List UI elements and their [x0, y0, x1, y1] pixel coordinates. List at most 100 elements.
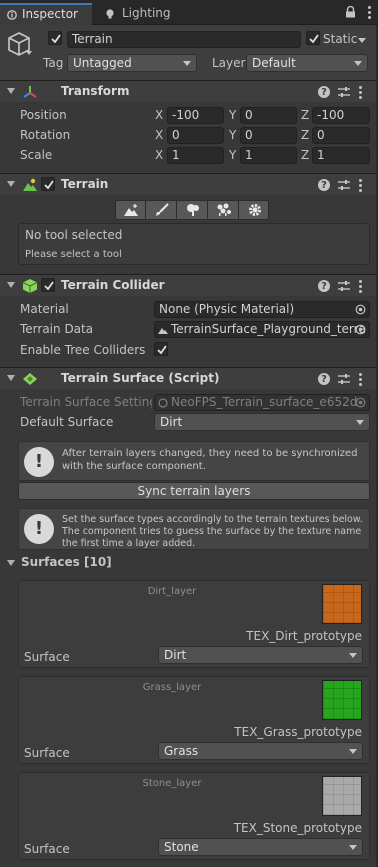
tree-colliders-checkbox[interactable]	[154, 342, 168, 356]
transform-axes-icon	[23, 86, 37, 98]
tab-inspector-label: Inspector	[22, 7, 78, 21]
surface-dropdown[interactable]: Grass	[158, 742, 363, 760]
static-checkbox[interactable]	[306, 31, 320, 45]
presets-icon[interactable]	[337, 178, 351, 192]
tool-status-box: No tool selected Please select a tool	[18, 223, 370, 265]
axis-z-label[interactable]: Z	[301, 108, 309, 122]
tag-dropdown[interactable]: Untagged	[67, 54, 197, 72]
component-menu-icon[interactable]	[359, 179, 362, 192]
rotation-y-field[interactable]: 0	[240, 127, 297, 144]
surface-value: Grass	[164, 744, 199, 758]
object-picker-icon[interactable]	[355, 304, 366, 315]
foldout-arrow-icon[interactable]	[7, 560, 15, 566]
settings-tool-button[interactable]	[240, 201, 268, 219]
axis-x-label[interactable]: X	[155, 128, 163, 142]
chevron-down-icon	[349, 749, 357, 754]
terrain-component-icon	[23, 178, 37, 191]
collider-enabled-checkbox[interactable]	[41, 278, 55, 292]
axis-y-label[interactable]: Y	[229, 148, 236, 162]
sync-info-line-2: with the surface component.	[62, 461, 206, 472]
foldout-arrow-icon[interactable]	[7, 282, 15, 288]
lock-icon[interactable]	[345, 6, 356, 18]
presets-icon[interactable]	[337, 279, 351, 293]
terrain-header[interactable]: Terrain ?	[0, 173, 378, 195]
help-icon[interactable]: ?	[318, 280, 330, 292]
terrain-title: Terrain	[61, 177, 109, 191]
raise-lower-tool-button[interactable]	[116, 201, 146, 219]
scale-z-field[interactable]: 1	[312, 147, 370, 164]
presets-icon[interactable]	[337, 85, 351, 99]
material-object-field[interactable]: None (Physic Material)	[154, 301, 370, 318]
foldout-arrow-icon[interactable]	[7, 375, 15, 381]
axis-x-label[interactable]: X	[155, 148, 163, 162]
terrain-data-object-field[interactable]: TerrainSurface_Playground_terra	[154, 321, 370, 338]
surface-label: Surface	[24, 746, 70, 760]
transform-header[interactable]: Transform ?	[0, 80, 378, 102]
terrain-data-value: TerrainSurface_Playground_terra	[171, 322, 366, 336]
scale-y-field[interactable]: 1	[240, 147, 297, 164]
scale-x-field[interactable]: 1	[167, 147, 224, 164]
component-menu-icon[interactable]	[359, 280, 362, 293]
paint-tool-button[interactable]	[147, 201, 177, 219]
material-label: Material	[20, 302, 69, 316]
layer-dropdown[interactable]: Default	[246, 54, 368, 72]
active-checkbox[interactable]	[48, 31, 62, 45]
rotation-x-field[interactable]: 0	[167, 127, 224, 144]
icon-dropdown-arrow[interactable]	[26, 51, 32, 55]
axis-z-label[interactable]: Z	[301, 148, 309, 162]
position-z-field[interactable]: -100	[312, 107, 370, 124]
texture-name: TEX_Stone_prototype	[233, 821, 362, 835]
details-tool-button[interactable]	[209, 201, 239, 219]
rotation-z-field[interactable]: 0	[312, 127, 370, 144]
window-menu-icon[interactable]	[368, 6, 371, 19]
tab-inspector[interactable]: Inspector	[0, 3, 92, 25]
axis-y-label[interactable]: Y	[229, 108, 236, 122]
surface-dropdown[interactable]: Stone	[158, 838, 363, 856]
tab-lighting[interactable]: Lighting	[100, 3, 185, 25]
terrain-tool-bar	[115, 200, 269, 220]
sync-info-line-1: After terrain layers changed, they need …	[62, 448, 358, 459]
terrain-enabled-checkbox[interactable]	[41, 177, 55, 191]
help-icon[interactable]: ?	[318, 373, 330, 385]
default-surface-dropdown[interactable]: Dirt	[154, 413, 370, 431]
component-menu-icon[interactable]	[359, 86, 362, 99]
help-icon[interactable]: ?	[318, 86, 330, 98]
foldout-arrow-icon[interactable]	[7, 88, 15, 94]
tree-colliders-label: Enable Tree Colliders	[20, 343, 146, 357]
component-menu-icon[interactable]	[359, 373, 362, 386]
surface-info-line-3: the first time a layer added.	[62, 538, 196, 549]
axis-z-label[interactable]: Z	[301, 128, 309, 142]
presets-icon[interactable]	[337, 372, 351, 386]
position-y-field[interactable]: 0	[240, 107, 297, 124]
sync-terrain-layers-button[interactable]: Sync terrain layers	[18, 482, 370, 500]
terrain-surface-script-header[interactable]: Terrain Surface (Script) ?	[0, 367, 378, 389]
texture-thumbnail[interactable]	[322, 584, 362, 624]
trees-tool-button[interactable]	[178, 201, 208, 219]
surfaces-foldout[interactable]: Surfaces [10]	[0, 554, 378, 572]
surface-label: Surface	[24, 650, 70, 664]
object-name-input[interactable]: Terrain	[67, 31, 301, 48]
terrain-collider-header[interactable]: Terrain Collider ?	[0, 274, 378, 296]
script-diamond-icon	[23, 373, 37, 385]
surface-dropdown[interactable]: Dirt	[158, 646, 363, 664]
details-icon	[217, 203, 231, 216]
surface-value: Dirt	[164, 648, 187, 662]
axis-y-label[interactable]: Y	[229, 128, 236, 142]
texture-thumbnail[interactable]	[322, 776, 362, 816]
no-tool-hint: Please select a tool	[25, 249, 122, 260]
position-x-field[interactable]: -100	[167, 107, 224, 124]
chevron-down-icon	[349, 653, 357, 658]
texture-thumbnail[interactable]	[322, 680, 362, 720]
object-picker-icon[interactable]	[355, 324, 366, 335]
tree-icon	[187, 204, 199, 216]
foldout-arrow-icon[interactable]	[7, 181, 15, 187]
axis-x-label[interactable]: X	[155, 108, 163, 122]
surfaces-header-label: Surfaces [10]	[21, 555, 112, 569]
help-icon[interactable]: ?	[318, 179, 330, 191]
transform-title: Transform	[61, 84, 130, 98]
surface-entry: Grass_layer TEX_Grass_prototype Surface …	[18, 676, 370, 764]
default-surface-value: Dirt	[160, 415, 183, 429]
static-dropdown-arrow[interactable]	[358, 38, 366, 43]
texture-name: TEX_Dirt_prototype	[246, 629, 362, 643]
static-label: Static	[323, 32, 358, 46]
